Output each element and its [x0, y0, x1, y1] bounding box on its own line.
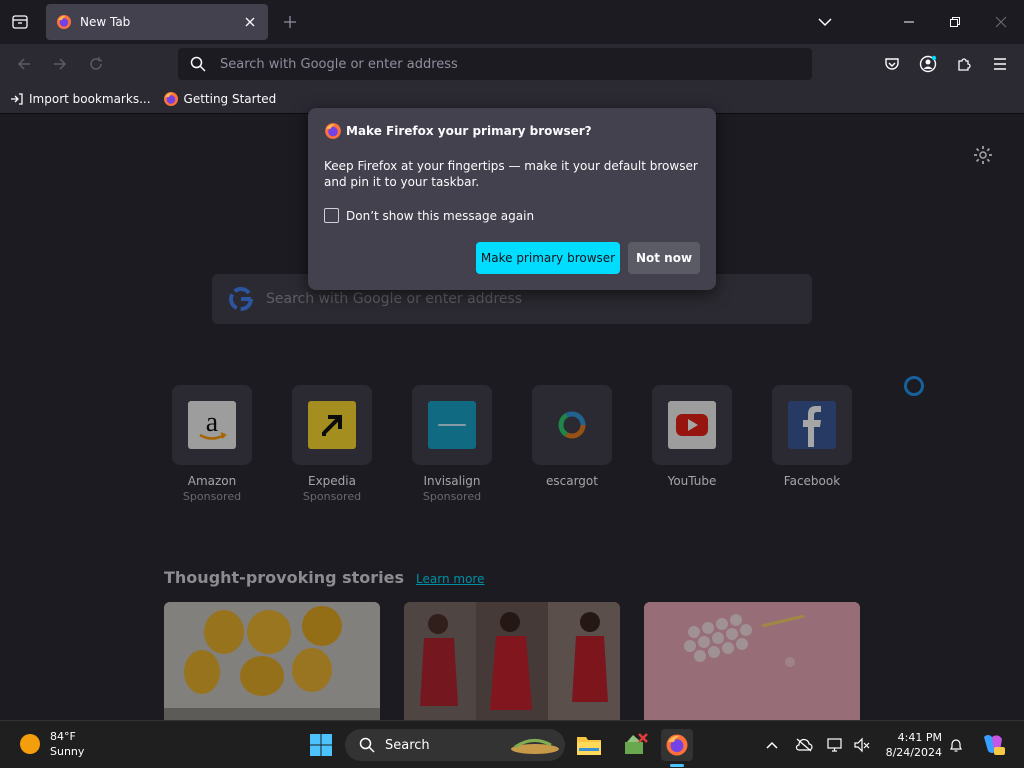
account-button[interactable]: [914, 50, 942, 78]
dialog-body: Keep Firefox at your fingertips — make i…: [324, 159, 698, 189]
close-tab-icon[interactable]: [242, 14, 258, 30]
weather-temp: 84°F: [50, 730, 76, 743]
forward-button[interactable]: [46, 50, 74, 78]
checkbox-label: Don’t show this message again: [346, 208, 535, 223]
clock-time: 4:41 PM: [897, 731, 942, 744]
back-arrow-icon: [17, 58, 30, 70]
tab-title: New Tab: [80, 15, 131, 29]
pocket-button[interactable]: [878, 50, 906, 78]
windows-logo-icon: [310, 734, 332, 756]
close-icon: [995, 16, 1007, 28]
show-hidden-icons-button[interactable]: [762, 735, 782, 755]
new-tab-button[interactable]: [278, 10, 302, 34]
firefox-icon: [163, 91, 178, 106]
notifications-button[interactable]: [946, 735, 966, 755]
list-all-tabs-button[interactable]: [808, 8, 842, 36]
active-app-indicator: [670, 764, 684, 767]
cloud-off-icon: [795, 738, 813, 752]
pocket-icon: [885, 58, 899, 70]
firefox-icon: [57, 15, 71, 29]
file-explorer-button[interactable]: [573, 729, 605, 761]
navigation-toolbar: Search with Google or enter address: [0, 44, 1024, 84]
network-icon: [827, 738, 842, 752]
firefox-icon: [325, 123, 341, 139]
sun-icon: [20, 734, 40, 754]
windows-taskbar: 84°F Sunny Search 4:41 PM 8/24/2024: [0, 720, 1024, 768]
minimize-icon: [904, 21, 914, 23]
folder-icon: [577, 737, 601, 755]
tab-strip: New Tab: [0, 0, 1024, 44]
address-bar-placeholder: Search with Google or enter address: [220, 56, 458, 72]
cleanup-app-button[interactable]: [619, 729, 651, 761]
onedrive-tray-button[interactable]: [794, 735, 814, 755]
checkbox-box[interactable]: [324, 208, 339, 223]
taskbar-clock[interactable]: 4:41 PM 8/24/2024: [878, 730, 942, 760]
folder-icon: [12, 15, 28, 29]
tab-list-button[interactable]: [6, 8, 34, 36]
import-icon: [11, 92, 23, 105]
not-now-button[interactable]: Not now: [628, 242, 700, 274]
taskbar-search-label: Search: [385, 737, 430, 753]
extensions-button[interactable]: [950, 50, 978, 78]
start-button[interactable]: [305, 729, 337, 761]
bookmark-label: Import bookmarks...: [29, 91, 151, 106]
close-window-button[interactable]: [984, 8, 1018, 36]
restore-button[interactable]: [938, 8, 972, 36]
app-menu-button[interactable]: [986, 50, 1014, 78]
copilot-icon: [984, 735, 1005, 755]
minimize-button[interactable]: [892, 8, 926, 36]
clock-date: 8/24/2024: [885, 746, 942, 759]
reload-button[interactable]: [82, 50, 110, 78]
dialog-title-row: Make Firefox your primary browser?: [324, 122, 700, 140]
chevron-down-icon: [818, 18, 832, 27]
account-icon: [919, 55, 937, 73]
search-icon: [190, 56, 206, 72]
bell-icon: [950, 739, 962, 752]
restore-icon: [950, 17, 960, 27]
hamburger-menu-icon: [994, 58, 1006, 70]
puzzle-icon: [958, 58, 971, 71]
volume-tray-button[interactable]: [852, 735, 872, 755]
firefox-icon: [666, 734, 688, 756]
weather-widget[interactable]: 84°F Sunny: [20, 729, 84, 759]
dont-show-again-checkbox[interactable]: Don’t show this message again: [324, 208, 700, 223]
tab-new-tab[interactable]: New Tab: [46, 4, 268, 40]
taskbar-search[interactable]: Search: [345, 729, 565, 761]
bookmark-import[interactable]: Import bookmarks...: [10, 92, 151, 106]
search-highlight-icon: [511, 739, 559, 754]
recycle-app-icon: [625, 733, 648, 754]
bookmark-label: Getting Started: [183, 91, 277, 106]
chevron-up-icon: [766, 741, 778, 749]
copilot-button[interactable]: [980, 733, 1006, 757]
make-primary-browser-button[interactable]: Make primary browser: [476, 242, 620, 274]
weather-desc: Sunny: [50, 745, 85, 758]
address-bar[interactable]: Search with Google or enter address: [178, 48, 812, 80]
search-icon: [359, 737, 375, 753]
network-tray-button[interactable]: [826, 735, 846, 755]
default-browser-dialog: Make Firefox your primary browser? Keep …: [308, 108, 716, 290]
reload-icon: [90, 57, 102, 70]
firefox-taskbar-button[interactable]: [661, 729, 693, 761]
back-button[interactable]: [10, 50, 38, 78]
speaker-muted-icon: [854, 737, 870, 753]
forward-arrow-icon: [54, 58, 67, 70]
dialog-title: Make Firefox your primary browser?: [346, 124, 592, 138]
plus-icon: [284, 16, 296, 28]
bookmark-getting-started[interactable]: Getting Started: [163, 91, 277, 107]
